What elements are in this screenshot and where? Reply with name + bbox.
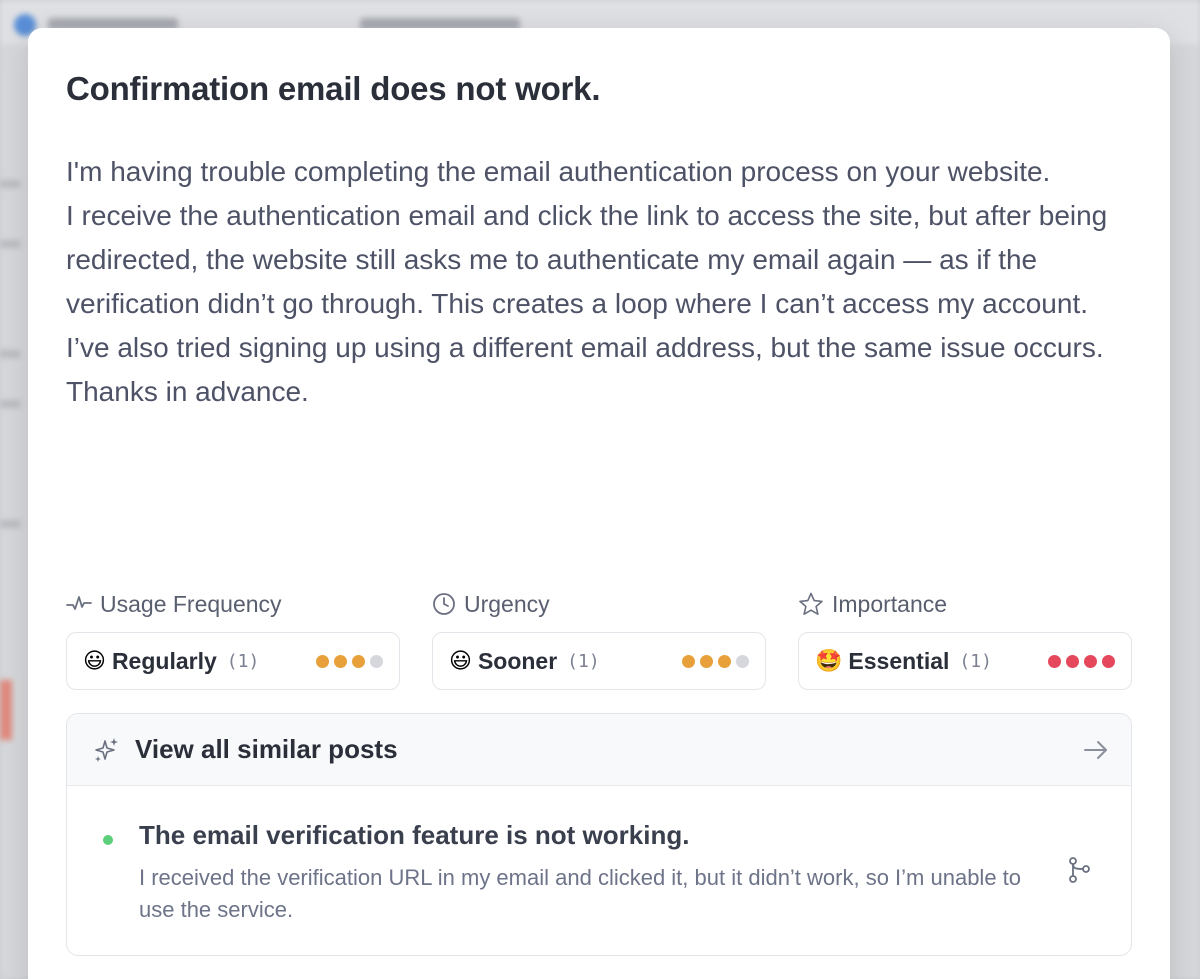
metric-urgency-selector[interactable]: 😃 Sooner (1) xyxy=(432,632,766,690)
post-detail-modal: Confirmation email does not work. I'm ha… xyxy=(28,28,1170,979)
metric-label-text: Importance xyxy=(832,590,948,617)
metric-value: Essential xyxy=(848,647,950,674)
description-paragraph: I’ve also tried signing up using a diffe… xyxy=(66,332,1104,407)
level-dots xyxy=(1048,654,1115,668)
level-dot-active xyxy=(1066,654,1079,668)
similar-posts-panel: View all similar posts The email verific… xyxy=(66,713,1132,956)
metric-count: (1) xyxy=(567,650,600,672)
background-line xyxy=(0,520,20,528)
background-line xyxy=(0,180,20,188)
metric-usage-frequency: Usage Frequency 😃 Regularly (1) xyxy=(66,588,400,690)
metric-label: Usage Frequency xyxy=(66,588,400,620)
level-dot-active xyxy=(1048,654,1061,668)
description-paragraph: I'm having trouble completing the email … xyxy=(66,156,1051,187)
similar-post-item[interactable]: The email verification feature is not wo… xyxy=(67,786,1131,955)
metric-label-text: Usage Frequency xyxy=(100,590,282,617)
level-dot-inactive xyxy=(370,654,383,668)
status-dot xyxy=(103,835,113,845)
metric-importance: Importance 🤩 Essential (1) xyxy=(798,588,1132,690)
background-line xyxy=(0,240,20,248)
background-accent xyxy=(0,680,12,740)
level-dot-active xyxy=(1084,654,1097,668)
arrow-right-icon xyxy=(1084,740,1107,759)
level-dots xyxy=(682,654,749,668)
background-line xyxy=(0,400,20,408)
metric-value: Regularly xyxy=(111,647,217,674)
level-dot-inactive xyxy=(736,654,749,668)
metric-label-text: Urgency xyxy=(464,590,550,617)
level-dots xyxy=(316,654,383,668)
smile-emoji-icon: 😃 xyxy=(83,648,106,673)
git-merge-icon[interactable] xyxy=(1067,856,1091,884)
level-dot-active xyxy=(352,654,365,668)
metric-value: Sooner xyxy=(477,647,558,674)
metric-urgency: Urgency 😃 Sooner (1) xyxy=(432,588,766,690)
metric-count: (1) xyxy=(959,650,992,672)
view-similar-posts-label: View all similar posts xyxy=(135,734,398,764)
clock-icon xyxy=(433,593,455,615)
metric-label: Urgency xyxy=(432,588,766,620)
star-icon xyxy=(799,592,823,616)
metric-label: Importance xyxy=(798,588,1132,620)
metric-count: (1) xyxy=(226,650,260,672)
description-paragraph: I receive the authentication email and c… xyxy=(66,200,1108,319)
level-dot-active xyxy=(682,654,695,668)
level-dot-active xyxy=(334,654,347,668)
activity-icon xyxy=(66,596,92,610)
similar-post-title: The email verification feature is not wo… xyxy=(139,820,690,850)
level-dot-active xyxy=(718,654,731,668)
metric-usage-frequency-selector[interactable]: 😃 Regularly (1) xyxy=(66,632,400,690)
similar-post-description: I received the verification URL in my em… xyxy=(139,865,1022,922)
level-dot-active xyxy=(1102,654,1115,668)
post-description: I'm having trouble completing the email … xyxy=(66,150,1126,414)
sparkles-icon xyxy=(95,737,118,762)
post-title: Confirmation email does not work. xyxy=(66,70,601,107)
level-dot-active xyxy=(316,654,329,668)
metric-importance-selector[interactable]: 🤩 Essential (1) xyxy=(798,632,1132,690)
view-similar-posts-button[interactable]: View all similar posts xyxy=(67,714,1131,786)
level-dot-active xyxy=(700,654,713,668)
star-struck-emoji-icon: 🤩 xyxy=(815,648,843,673)
smile-emoji-icon: 😃 xyxy=(449,648,472,673)
background-line xyxy=(0,350,20,358)
